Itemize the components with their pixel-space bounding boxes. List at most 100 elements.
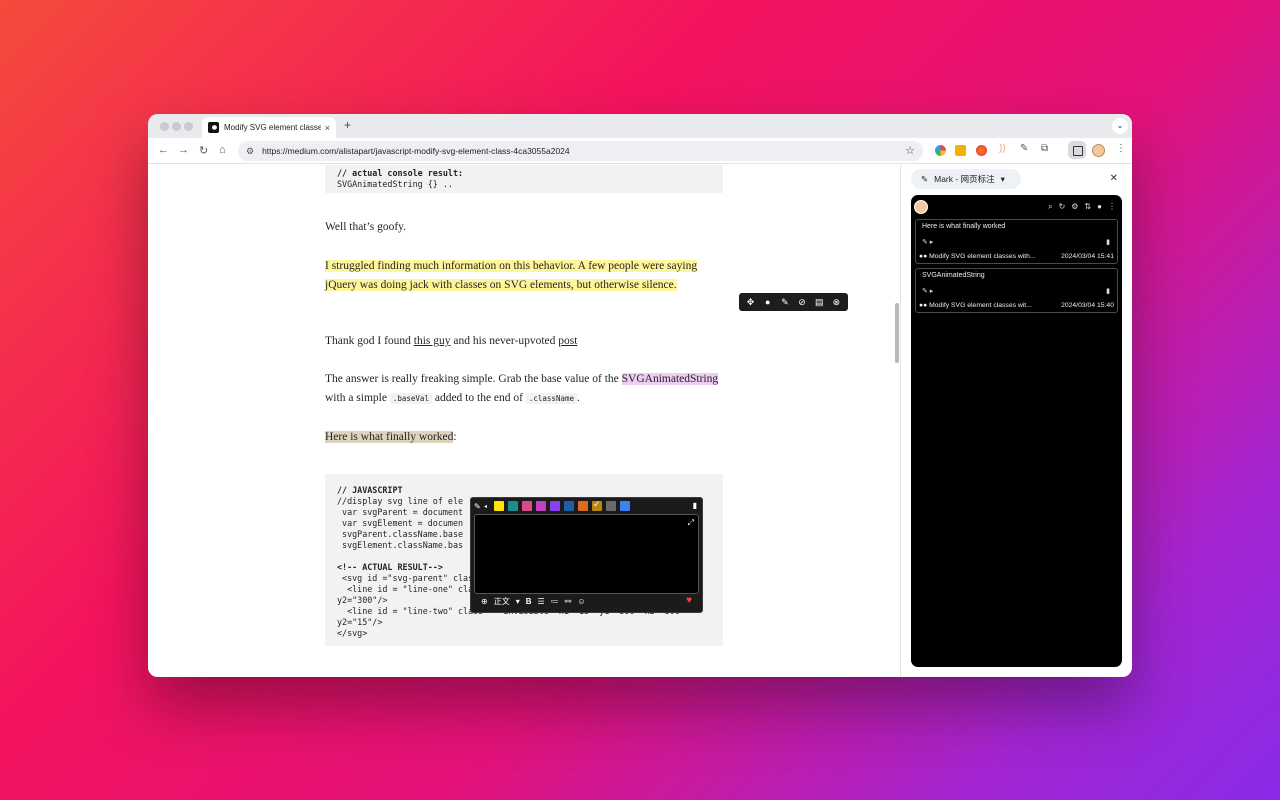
idea-bulb-icon[interactable]: ● xyxy=(760,297,776,307)
mark-pen-icon[interactable]: ✎ xyxy=(1020,143,1028,154)
extension-grid-icon[interactable] xyxy=(955,145,966,156)
medium-icon: ●● xyxy=(919,302,928,309)
idea-bulb-icon[interactable]: ● xyxy=(1097,202,1102,212)
delete-trash-icon[interactable]: ▮ xyxy=(1106,238,1110,246)
pen-dropdown-icon[interactable]: ✎ ▸ xyxy=(922,287,933,295)
color-swatch[interactable] xyxy=(550,501,560,511)
color-swatch[interactable] xyxy=(592,499,602,511)
extension-firefox-icon[interactable] xyxy=(976,145,987,156)
bookmark-star-icon[interactable]: ☆ xyxy=(905,144,915,157)
url-text: https://medium.com/alistapart/javascript… xyxy=(262,146,570,156)
hide-eye-icon[interactable]: ⊘ xyxy=(794,297,810,308)
profile-avatar[interactable] xyxy=(1092,144,1105,157)
color-swatch[interactable] xyxy=(564,501,574,511)
link-post[interactable]: post xyxy=(558,335,577,347)
color-swatch[interactable] xyxy=(620,501,630,511)
annotation-time: 2024/03/04 15:40 xyxy=(1061,302,1114,309)
move-icon[interactable]: ✥ xyxy=(743,297,759,308)
text-style-select[interactable]: 正文 xyxy=(494,596,510,607)
bullet-list-icon[interactable]: ≔ xyxy=(551,597,559,606)
color-swatch[interactable] xyxy=(606,501,616,511)
inline-code: .baseVal xyxy=(389,392,432,404)
more-options-icon[interactable]: ⋮ xyxy=(1108,202,1116,212)
link-this-guy[interactable]: this guy xyxy=(414,335,451,347)
source-title: Modify SVG element classes with... xyxy=(929,253,1036,260)
extensions-puzzle-icon[interactable]: ⧉ xyxy=(1041,143,1048,154)
text: with a simple xyxy=(325,391,390,404)
format-toolbar: ⊕ 正文 ▾ B ☰ ≔ ⚯ ☺ xyxy=(481,596,592,607)
search-icon[interactable]: ⌕ xyxy=(1048,202,1052,212)
tab-strip: Modify SVG element classes × + ⌄ xyxy=(148,114,1132,138)
side-panel-toggle-icon[interactable] xyxy=(1068,141,1086,159)
heart-icon[interactable]: ♥ xyxy=(686,595,692,606)
color-swatch[interactable] xyxy=(494,501,504,511)
site-info-icon[interactable]: ⚙ xyxy=(246,146,254,157)
page-scrollbar[interactable] xyxy=(895,303,899,363)
code-line: </svg> xyxy=(337,628,368,638)
side-panel-close-icon[interactable]: ✕ xyxy=(1110,173,1118,184)
new-tab-button[interactable]: + xyxy=(344,118,351,132)
color-swatch[interactable] xyxy=(508,501,518,511)
highlight-tan[interactable]: Here is what finally worked xyxy=(325,431,454,443)
paragraph: The answer is really freaking simple. Gr… xyxy=(325,370,723,408)
annotation-text: SVGAnimatedString xyxy=(922,272,985,279)
maximize-window-button[interactable] xyxy=(184,122,193,131)
highlight-pink[interactable]: SVGAnimatedString xyxy=(621,373,719,385)
rss-icon[interactable]: )) xyxy=(999,143,1006,154)
home-icon[interactable]: ⌂ xyxy=(219,144,226,156)
note-editor[interactable] xyxy=(474,514,699,594)
note-icon[interactable]: ▤ xyxy=(811,297,827,308)
annotation-text: Here is what finally worked xyxy=(922,223,1006,230)
tab-search-chevron-icon[interactable]: ⌄ xyxy=(1112,118,1128,134)
text: Thank god I found xyxy=(325,335,414,347)
medium-icon xyxy=(208,122,219,133)
forward-arrow-icon[interactable]: → xyxy=(178,144,189,156)
expand-icon[interactable]: ⤢ xyxy=(688,518,694,528)
dropdown-arrow-icon[interactable]: ▾ xyxy=(516,597,520,606)
bold-icon[interactable]: B xyxy=(526,597,532,606)
side-panel: ✎ Mark - 网页标注 ▾ ✕ ⌕ ↻ ⚙ ⇅ ● ⋮ Here is wh… xyxy=(901,165,1132,677)
close-circle-icon[interactable]: ⊗ xyxy=(828,297,844,308)
browser-menu-icon[interactable]: ⋮ xyxy=(1116,143,1126,154)
minimize-window-button[interactable] xyxy=(172,122,181,131)
back-arrow-icon[interactable]: ← xyxy=(158,144,169,156)
sort-icon[interactable]: ⇅ xyxy=(1084,202,1091,212)
highlight-pen-icon[interactable]: ✎ xyxy=(777,297,793,308)
mark-panel: ⌕ ↻ ⚙ ⇅ ● ⋮ Here is what finally worked … xyxy=(911,195,1122,667)
user-avatar[interactable] xyxy=(914,200,928,214)
address-bar[interactable]: ⚙ https://medium.com/alistapart/javascri… xyxy=(238,141,923,161)
emoji-icon[interactable]: ☺ xyxy=(577,597,585,606)
text: . xyxy=(577,391,580,404)
color-swatch[interactable] xyxy=(522,501,532,511)
inline-code: .className xyxy=(525,392,578,404)
browser-window: Modify SVG element classes × + ⌄ ← → ↻ ⌂… xyxy=(148,114,1132,677)
link-icon[interactable]: ⚯ xyxy=(565,597,572,606)
settings-gear-icon[interactable]: ⚙ xyxy=(1071,202,1078,212)
ordered-list-icon[interactable]: ☰ xyxy=(538,597,545,606)
annotation-source[interactable]: ●● Modify SVG element classes with... xyxy=(919,253,1036,260)
paragraph: Here is what finally worked: xyxy=(325,428,723,447)
note-popup: ✎ ◂ ▮ ⤢ ⊕ 正文 ▾ B ☰ ≔ ⚯ ☺ ♥ xyxy=(470,497,703,613)
delete-trash-icon[interactable]: ▮ xyxy=(693,501,697,510)
annotation-card[interactable]: Here is what finally worked ✎ ▸ ▮ ●● Mod… xyxy=(915,219,1118,264)
color-swatch[interactable] xyxy=(536,501,546,511)
annotation-source[interactable]: ●● Modify SVG element classes wit... xyxy=(919,302,1032,309)
reload-icon[interactable]: ↻ xyxy=(199,144,208,157)
pen-dropdown-icon[interactable]: ✎ ▸ xyxy=(922,238,933,246)
side-panel-selector[interactable]: ✎ Mark - 网页标注 ▾ xyxy=(911,169,1021,189)
color-swatch[interactable] xyxy=(578,501,588,511)
delete-trash-icon[interactable]: ▮ xyxy=(1106,287,1110,295)
refresh-icon[interactable]: ↻ xyxy=(1059,202,1066,212)
close-window-button[interactable] xyxy=(160,122,169,131)
annotation-card[interactable]: SVGAnimatedString ✎ ▸ ▮ ●● Modify SVG el… xyxy=(915,268,1118,313)
extension-color-icon[interactable] xyxy=(935,145,946,156)
medium-icon: ●● xyxy=(919,253,928,260)
tab-medium[interactable]: Modify SVG element classes × xyxy=(202,117,336,138)
tab-close-icon[interactable]: × xyxy=(325,123,330,133)
highlight-yellow[interactable]: I struggled finding much information on … xyxy=(325,260,698,291)
add-circle-icon[interactable]: ⊕ xyxy=(481,597,488,606)
text: The answer is really freaking simple. Gr… xyxy=(325,373,622,385)
collapse-arrow-icon[interactable]: ◂ xyxy=(484,503,494,510)
pen-icon[interactable]: ✎ xyxy=(474,502,484,511)
color-swatch-row: ✎ ◂ xyxy=(474,499,634,511)
